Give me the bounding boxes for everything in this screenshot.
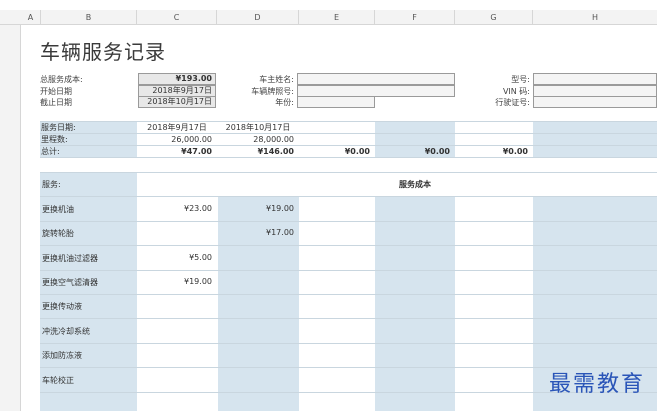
service-name[interactable]: 车轮校正 <box>42 375 74 386</box>
service-name[interactable]: 旋转轮胎 <box>42 228 74 239</box>
services-header-divider <box>40 196 657 197</box>
year-label: 年份: <box>275 98 294 107</box>
service-name[interactable]: 添加防冻液 <box>42 350 82 361</box>
summary-row-divider <box>40 133 657 134</box>
service-cost-cell[interactable]: ¥19.00 <box>218 204 294 213</box>
license-field[interactable] <box>533 96 657 108</box>
total-cell[interactable]: ¥0.00 <box>376 146 450 157</box>
service-shaded-column-f <box>375 196 455 411</box>
plate-label: 车辆牌照号: <box>251 87 294 96</box>
year-field[interactable] <box>297 96 375 108</box>
service-name[interactable]: 更换空气滤清器 <box>42 277 98 288</box>
odometer-label: 里程数: <box>41 135 68 144</box>
total-cost-field[interactable]: ¥193.00 <box>138 73 216 85</box>
summary-top-border <box>40 121 657 122</box>
service-name[interactable]: 更换机油过滤器 <box>42 253 98 264</box>
owner-label: 车主姓名: <box>259 75 294 84</box>
service-name[interactable]: 冲洗冷却系统 <box>42 326 90 337</box>
end-date-field[interactable]: 2018年10月17日 <box>138 96 216 108</box>
service-cost-header: 服务成本 <box>399 180 431 189</box>
service-name[interactable]: 更换机油 <box>42 204 74 215</box>
column-header-d[interactable]: D <box>217 10 299 25</box>
odometer-cell[interactable]: 28,000.00 <box>218 134 294 145</box>
total-cell[interactable]: ¥0.00 <box>456 146 528 157</box>
column-header-g[interactable]: G <box>455 10 533 25</box>
total-cost-label: 总服务成本: <box>40 75 83 84</box>
total-label: 总计: <box>41 147 60 156</box>
owner-field[interactable] <box>297 73 455 85</box>
odometer-cell[interactable]: 26,000.00 <box>138 134 212 145</box>
service-date-label: 服务日期: <box>41 123 76 132</box>
total-cell[interactable]: ¥146.00 <box>218 146 294 157</box>
row-divider <box>40 270 657 271</box>
watermark-text: 最需教育 <box>548 372 645 397</box>
column-header-a[interactable]: A <box>21 10 41 25</box>
start-date-label: 开始日期 <box>40 87 72 96</box>
row-divider <box>40 343 657 344</box>
row-divider <box>40 221 657 222</box>
row-divider <box>40 318 657 319</box>
column-header-c[interactable]: C <box>137 10 217 25</box>
column-header-f[interactable]: F <box>375 10 455 25</box>
model-field[interactable] <box>533 73 657 85</box>
service-cost-cell[interactable]: ¥17.00 <box>218 228 294 237</box>
column-header-h[interactable]: H <box>533 10 657 25</box>
service-date-cell[interactable]: 2018年10月17日 <box>218 122 298 133</box>
summary-bottom-border <box>40 157 657 158</box>
row-divider <box>40 294 657 295</box>
service-date-cell[interactable]: 2018年9月17日 <box>138 122 216 133</box>
vin-label: VIN 码: <box>502 87 530 96</box>
total-cell[interactable]: ¥0.00 <box>300 146 370 157</box>
end-date-label: 截止日期 <box>40 98 72 107</box>
summary-shaded-column-h <box>533 121 657 157</box>
column-header-b[interactable]: B <box>41 10 137 25</box>
service-cost-cell[interactable]: ¥19.00 <box>138 277 212 286</box>
model-label: 型号: <box>511 75 530 84</box>
row-divider <box>40 245 657 246</box>
column-header-e[interactable]: E <box>299 10 375 25</box>
sheet-title: 车辆服务记录 <box>40 40 166 64</box>
row-header-bar <box>0 25 21 411</box>
service-cost-cell[interactable]: ¥23.00 <box>138 204 212 213</box>
service-cost-cell[interactable]: ¥5.00 <box>138 253 212 262</box>
services-top-border <box>40 172 657 173</box>
license-label: 行驶证号: <box>495 98 530 107</box>
total-cell[interactable]: ¥47.00 <box>138 146 212 157</box>
service-name[interactable]: 更换传动液 <box>42 301 82 312</box>
services-header-label: 服务: <box>42 180 61 189</box>
